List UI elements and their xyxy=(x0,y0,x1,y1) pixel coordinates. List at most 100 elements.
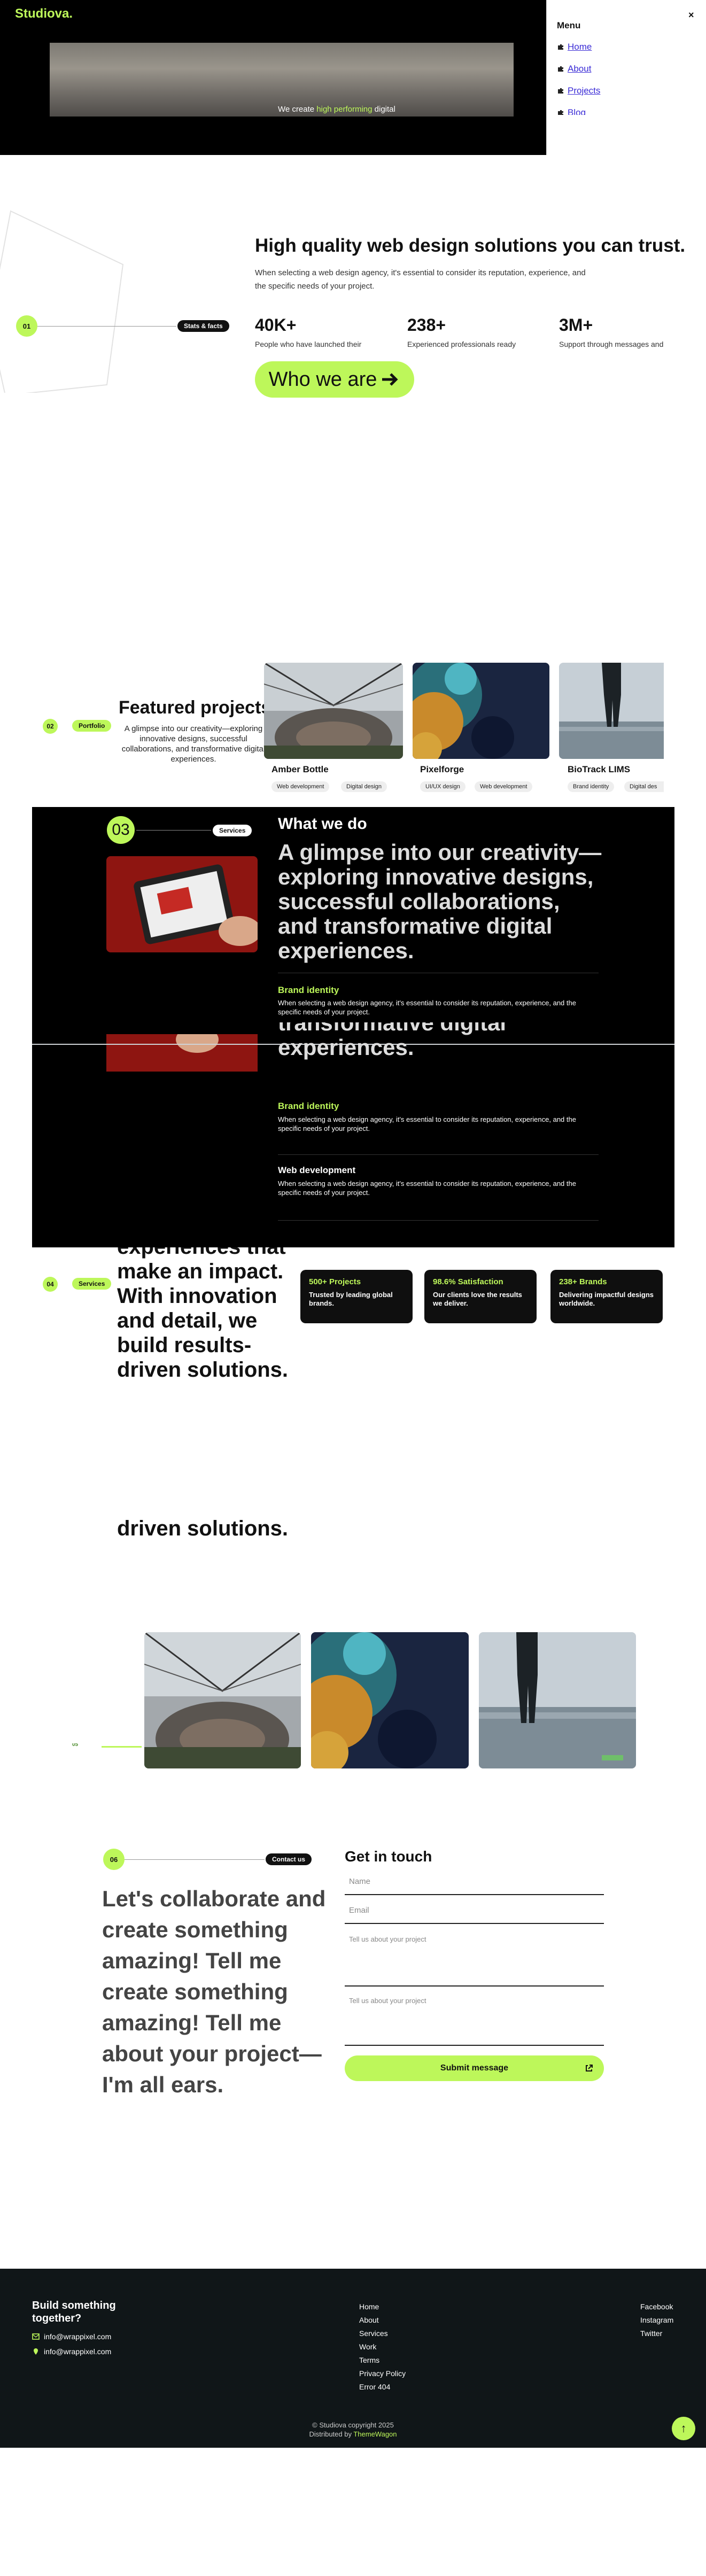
lake-photo xyxy=(479,1632,636,1768)
tail-line-2: experiences. xyxy=(278,1035,414,1060)
stat-card-description: Delivering impactful designs worldwide. xyxy=(559,1291,654,1307)
footer-link[interactable]: Services xyxy=(359,2329,388,2338)
stat-value: 40K+ xyxy=(255,315,297,335)
divider xyxy=(37,326,176,327)
section-tag: Services xyxy=(72,1278,112,1290)
project-tag: Digital design xyxy=(341,781,387,792)
menu-item-label: Projects xyxy=(568,86,601,96)
project-title[interactable]: Amber Bottle xyxy=(271,764,329,775)
hero-caption-highlight: high performing xyxy=(316,105,373,114)
message-field[interactable]: Tell us about your project xyxy=(345,1935,604,1987)
footer-link[interactable]: Error 404 xyxy=(359,2383,390,2391)
footer-social-link[interactable]: Facebook xyxy=(640,2302,673,2311)
name-field[interactable]: Name xyxy=(345,1877,604,1895)
back-to-top-button[interactable]: ↑ xyxy=(672,2417,695,2440)
stat-card-description: Our clients love the results we deliver. xyxy=(433,1291,522,1307)
email-field[interactable]: Email xyxy=(345,1906,604,1924)
stat-card-description: Trusted by leading global brands. xyxy=(309,1291,393,1307)
section-number: 05 xyxy=(72,1743,79,1746)
puzzle-icon xyxy=(558,66,563,72)
tablet-photo-repeat xyxy=(106,1034,258,1072)
stat-label: Experienced professionals ready xyxy=(407,340,516,348)
project-image-amber-bottle[interactable] xyxy=(264,663,403,759)
section-tag: Services xyxy=(213,825,252,836)
section-title: Featured projects xyxy=(119,697,271,718)
stat-value: 3M+ xyxy=(559,315,593,335)
section-description: A glimpse into our creativity—exploring … xyxy=(121,724,266,764)
section-number: 06 xyxy=(103,1849,125,1870)
footer-email[interactable]: info@wrappixel.com xyxy=(32,2332,111,2341)
email-icon xyxy=(32,2333,40,2340)
who-we-are-label: Who we are xyxy=(268,368,377,391)
stat-card: 98.6% Satisfaction Our clients love the … xyxy=(424,1270,537,1323)
services-big-text: A glimpse into our creativity—exploring … xyxy=(278,840,602,963)
abstract-art-photo xyxy=(413,663,549,759)
who-we-are-button[interactable]: Who we are xyxy=(255,361,414,398)
service-title[interactable]: Web development xyxy=(278,1165,355,1176)
distributed-by-link[interactable]: ThemeWagon xyxy=(353,2430,397,2438)
menu-item-label: Home xyxy=(568,42,592,52)
project-title[interactable]: Pixelforge xyxy=(420,764,464,775)
logo[interactable]: Studiova. xyxy=(15,6,73,21)
footer-location[interactable]: info@wrappixel.com xyxy=(32,2347,111,2356)
distributed-by: Distributed by ThemeWagon xyxy=(0,2430,706,2438)
project-title[interactable]: BioTrack LIMS xyxy=(568,764,630,775)
footer-link[interactable]: Home xyxy=(359,2302,379,2311)
why-us-big-text: experiences that make an impact. With in… xyxy=(117,1247,289,1382)
section-number: 03 xyxy=(107,816,135,844)
menu-item-blog[interactable]: Blog xyxy=(557,107,586,115)
stat-label: People who have launched their xyxy=(255,340,362,348)
stat-card-title: 98.6% Satisfaction xyxy=(433,1277,503,1286)
message-field[interactable]: Tell us about your project xyxy=(345,1997,604,2046)
footer-link[interactable]: Privacy Policy xyxy=(359,2369,406,2378)
menu-title: Menu xyxy=(557,20,581,30)
footer-link[interactable]: Terms xyxy=(359,2356,379,2364)
divider xyxy=(136,830,211,831)
divider xyxy=(102,1746,142,1748)
menu-item-home[interactable]: Home xyxy=(557,42,592,52)
project-image-pixelforge[interactable] xyxy=(413,663,549,759)
divider xyxy=(278,1220,599,1221)
stat-value: 238+ xyxy=(407,315,446,335)
menu-item-projects[interactable]: Projects xyxy=(557,86,600,96)
lake-photo xyxy=(559,663,664,759)
why-us-repeat-text: driven solutions. xyxy=(117,1517,289,1540)
why-us-text-clip: experiences that make an impact. With in… xyxy=(117,1247,293,1413)
menu-item-about[interactable]: About xyxy=(557,64,591,74)
gallery-image[interactable] xyxy=(311,1632,469,1768)
submit-label: Submit message xyxy=(440,2063,509,2073)
contact-big-text: Let's collaborate and create something a… xyxy=(102,1886,326,2097)
project-tag: UI/UX design xyxy=(420,781,466,792)
service-title[interactable]: Brand identity xyxy=(278,1101,339,1112)
footer-email-label: info@wrappixel.com xyxy=(44,2347,112,2356)
section-tag: Stats & facts xyxy=(177,320,229,332)
stat-card: 238+ Brands Delivering impactful designs… xyxy=(550,1270,663,1323)
stat-card-title: 238+ Brands xyxy=(559,1277,607,1286)
menu-item-label: About xyxy=(568,64,592,74)
service-description: When selecting a web design agency, it's… xyxy=(278,999,576,1016)
service-description: When selecting a web design agency, it's… xyxy=(278,1115,576,1132)
footer-social-link[interactable]: Twitter xyxy=(640,2329,662,2338)
menu-item-label: Blog xyxy=(568,107,586,115)
project-image-biotrack[interactable] xyxy=(559,663,664,759)
project-tag: Digital des xyxy=(624,781,664,792)
stat-card-title: 500+ Projects xyxy=(309,1277,361,1286)
footer-link[interactable]: Work xyxy=(359,2342,376,2351)
puzzle-icon xyxy=(558,88,563,94)
submit-button[interactable]: Submit message xyxy=(345,2055,604,2081)
section-tag: Contact us xyxy=(266,1853,312,1865)
gallery-image[interactable] xyxy=(479,1632,636,1768)
footer-social-link[interactable]: Instagram xyxy=(640,2316,673,2324)
gallery-image[interactable] xyxy=(144,1632,301,1768)
project-tag: Web development xyxy=(271,781,330,792)
close-icon[interactable]: × xyxy=(688,10,694,21)
external-link-icon xyxy=(586,2065,593,2071)
project-tag: Web development xyxy=(475,781,533,792)
section-description: When selecting a web design agency, it's… xyxy=(255,268,586,291)
hero-caption-post: digital xyxy=(372,105,395,114)
service-title[interactable]: Brand identity xyxy=(278,985,339,996)
hero-caption-pre: We create xyxy=(278,105,317,114)
footer-link[interactable]: About xyxy=(359,2316,379,2324)
footer-heading: Build something together? xyxy=(32,2300,116,2324)
tablet-illustration xyxy=(106,856,258,952)
